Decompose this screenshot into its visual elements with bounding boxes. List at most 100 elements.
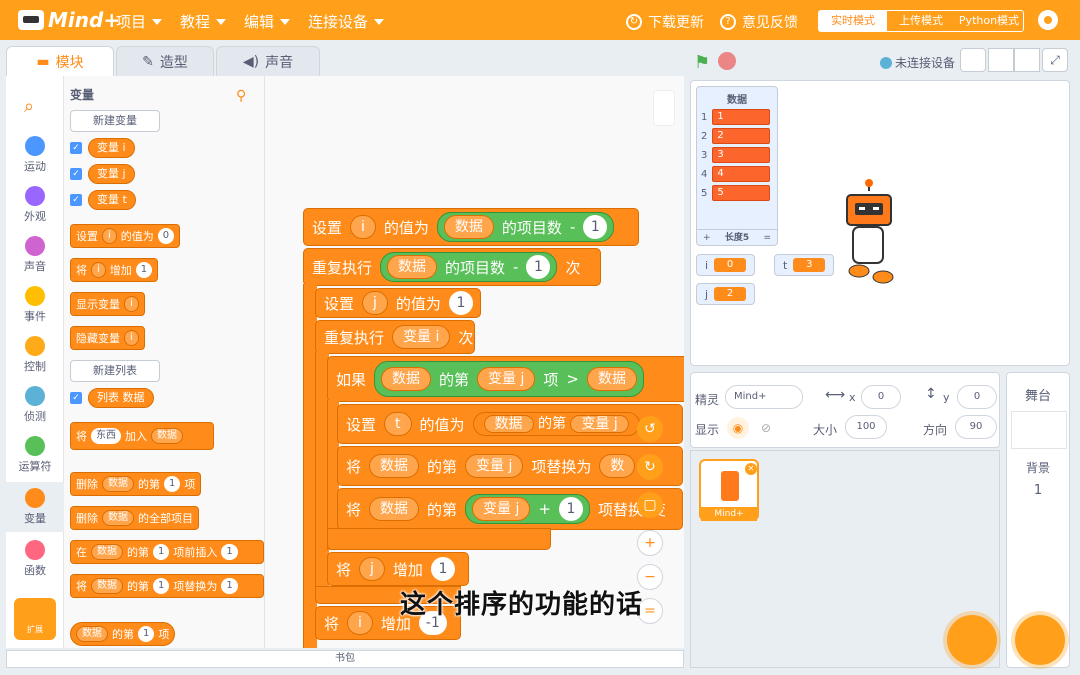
zoom-in-icon[interactable]: +: [637, 530, 663, 556]
sprite-name-input[interactable]: Mind+: [725, 385, 803, 409]
redo-icon[interactable]: ↻: [637, 454, 663, 480]
category-sensing[interactable]: 侦测: [6, 386, 64, 424]
var-monitor-t[interactable]: t3: [774, 254, 835, 276]
delete-sprite-icon[interactable]: ✕: [745, 463, 757, 475]
variable-t-reporter[interactable]: 变量 t: [88, 190, 136, 210]
value-input[interactable]: 1: [448, 291, 473, 315]
tab-blocks[interactable]: ▬ 模块: [6, 46, 114, 76]
list-dropdown[interactable]: 数据: [369, 454, 420, 478]
x-input[interactable]: 0: [861, 385, 901, 409]
list-dropdown[interactable]: 数据: [76, 626, 108, 642]
variable-j-reporter[interactable]: 变量 j: [88, 164, 135, 184]
menu-project[interactable]: 项目: [116, 11, 163, 32]
backpack-bar[interactable]: 书包: [6, 650, 684, 668]
add-sprite-cat-icon[interactable]: [947, 615, 997, 665]
checkbox-var-j[interactable]: ✓: [70, 168, 82, 180]
var-reporter[interactable]: 变量 j: [570, 415, 629, 433]
var-reporter[interactable]: 变量 j: [472, 497, 531, 521]
fullscreen-icon[interactable]: ⤢: [1042, 48, 1068, 72]
add-to-list-block[interactable]: 将东西 加入 数据: [70, 422, 214, 450]
list-dropdown[interactable]: 数据: [102, 510, 134, 526]
pin-icon[interactable]: ⚲: [236, 88, 246, 104]
category-operators[interactable]: 运算符: [6, 436, 64, 474]
set-variable-block[interactable]: 设置 i 的值为 0: [70, 224, 181, 248]
subtract-operator[interactable]: 数据 的项目数 - 1: [380, 252, 558, 282]
small-stage-icon[interactable]: [960, 48, 986, 72]
var-dropdown[interactable]: i: [347, 611, 373, 635]
new-list-button[interactable]: 新建列表: [70, 360, 160, 382]
new-variable-button[interactable]: 新建变量: [70, 110, 160, 132]
var-dropdown[interactable]: j: [359, 557, 385, 581]
list-dropdown[interactable]: 数据: [387, 255, 438, 279]
item-of-list-reporter[interactable]: 数据 的第 变量 j: [472, 412, 640, 436]
category-motion[interactable]: 运动: [6, 136, 64, 174]
change-variable-block[interactable]: 将 i 增加 1: [70, 258, 159, 282]
replace-j-plus-1-block[interactable]: 将 数据 的第 变量 j + 1 项替换 变: [337, 488, 683, 530]
list-dropdown[interactable]: 数据: [443, 215, 494, 239]
list-item-value[interactable]: 1: [712, 109, 771, 125]
list-dropdown[interactable]: 数据: [483, 415, 534, 433]
eye-slash-icon[interactable]: ⊘: [755, 417, 777, 439]
value-input[interactable]: 1: [153, 544, 170, 560]
value-input[interactable]: 东西: [91, 428, 121, 444]
greater-than-operator[interactable]: 数据 的第 变量 j 项 > 数据: [374, 361, 644, 397]
eye-icon[interactable]: ◉: [727, 417, 749, 439]
show-variable-block[interactable]: 显示变量 i: [70, 292, 145, 316]
large-stage-icon[interactable]: [1014, 48, 1040, 72]
var-dropdown[interactable]: i: [124, 296, 139, 312]
mode-realtime[interactable]: 实时模式: [819, 11, 887, 31]
normal-stage-icon[interactable]: [988, 48, 1014, 72]
value-input[interactable]: 1: [221, 578, 238, 594]
sprite-card[interactable]: ✕ Mind+: [699, 459, 759, 521]
value-input[interactable]: 1: [164, 476, 181, 492]
list-dropdown[interactable]: 数据: [369, 497, 420, 521]
var-dropdown[interactable]: i: [102, 228, 117, 244]
undo-icon[interactable]: ↺: [637, 416, 663, 442]
mind-plus-sprite[interactable]: [839, 177, 899, 287]
value-input[interactable]: 0: [157, 228, 175, 244]
list-item-value[interactable]: 4: [712, 166, 771, 182]
category-events[interactable]: 事件: [6, 286, 64, 324]
var-reporter[interactable]: 变量 j: [477, 367, 536, 391]
replace-item-block[interactable]: 将数据 的第 1 项替换为 1: [70, 574, 264, 598]
item-of-list-reporter[interactable]: 数据 的第 1 项: [70, 622, 176, 646]
list-reporter[interactable]: 列表 数据: [88, 388, 154, 408]
list-dropdown[interactable]: 数据: [381, 367, 432, 391]
set-i-block[interactable]: 设置 i 的值为 数据 的项目数 - 1: [303, 208, 639, 246]
var-reporter[interactable]: 变量 i: [392, 325, 451, 349]
direction-input[interactable]: 90: [955, 415, 997, 439]
var-dropdown[interactable]: t: [384, 412, 412, 436]
list-dropdown[interactable]: 数据: [586, 367, 637, 391]
checkbox-var-i[interactable]: ✓: [70, 142, 82, 154]
menu-edit[interactable]: 编辑: [244, 11, 291, 32]
device-status[interactable]: 未连接设备: [880, 54, 955, 71]
category-sound[interactable]: 声音: [6, 236, 64, 274]
size-input[interactable]: 100: [845, 415, 887, 439]
list-dropdown[interactable]: 数据: [151, 428, 183, 444]
category-functions[interactable]: 函数: [6, 540, 64, 578]
add-operator[interactable]: 变量 j + 1: [465, 494, 590, 524]
checkbox-var-t[interactable]: ✓: [70, 194, 82, 206]
resize-handle-icon[interactable]: =: [763, 230, 771, 245]
code-workspace[interactable]: 设置 i 的值为 数据 的项目数 - 1 重复执行 数据 的项目数 - 1 次 …: [264, 76, 684, 648]
add-item-icon[interactable]: +: [703, 230, 711, 245]
list-dropdown[interactable]: 数据: [91, 544, 123, 560]
set-t-block[interactable]: 设置 t 的值为 数据 的第 变量 j: [337, 404, 683, 444]
change-j-block[interactable]: 将 j 增加 1: [327, 552, 469, 586]
set-j-block[interactable]: 设置 j 的值为 1: [315, 288, 481, 318]
green-flag-icon[interactable]: ⚑: [694, 52, 710, 73]
delete-item-block[interactable]: 删除 数据 的第 1 项: [70, 472, 202, 496]
value-input[interactable]: 1: [221, 544, 238, 560]
list-item-value[interactable]: 5: [712, 185, 771, 201]
feedback-link[interactable]: ? 意见反馈: [720, 12, 798, 32]
value-input[interactable]: 1: [526, 255, 551, 279]
checkbox-list[interactable]: ✓: [70, 392, 82, 404]
var-dropdown[interactable]: i: [124, 330, 139, 346]
value-input[interactable]: 1: [135, 262, 153, 278]
var-dropdown[interactable]: j: [362, 291, 388, 315]
value-input[interactable]: 1: [583, 215, 608, 239]
menu-tutorial[interactable]: 教程: [180, 11, 227, 32]
mode-upload[interactable]: 上传模式: [887, 11, 955, 31]
download-update-link[interactable]: ↻ 下载更新: [626, 12, 704, 32]
search-icon[interactable]: ⌕: [24, 96, 34, 117]
